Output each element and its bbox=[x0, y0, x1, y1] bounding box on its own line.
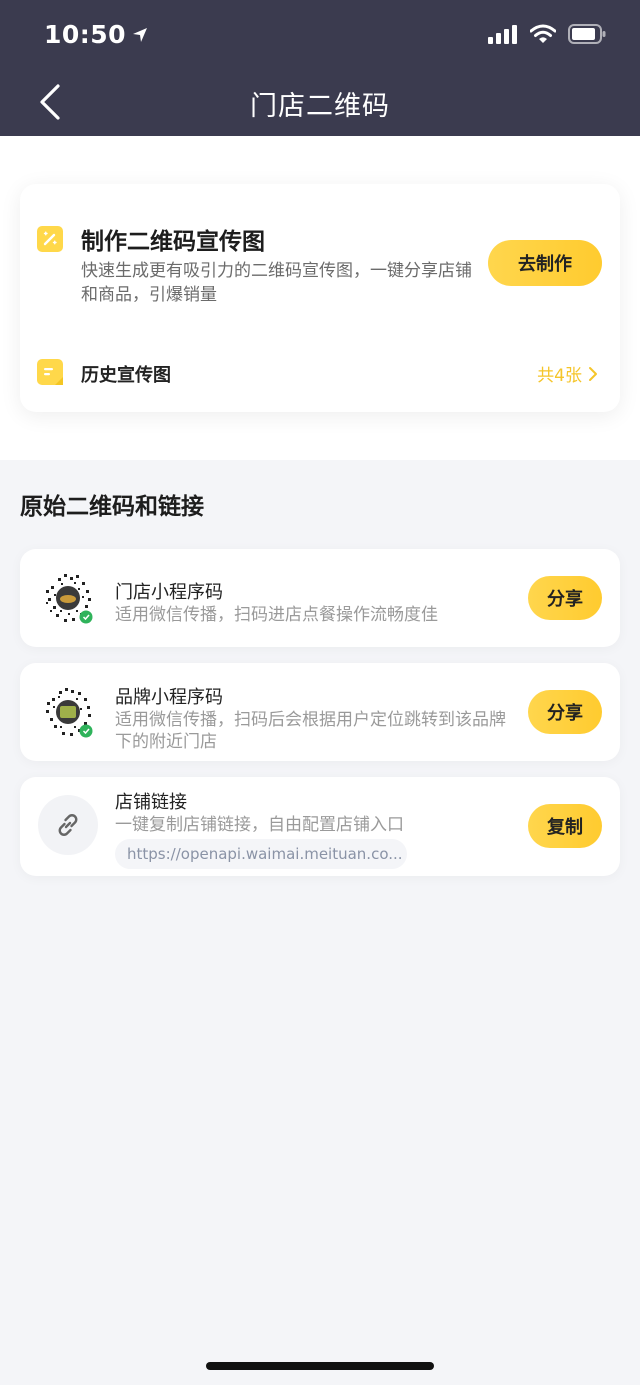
history-count-text: 共4张 bbox=[537, 366, 582, 386]
link-icon-wrapper bbox=[38, 795, 98, 855]
section-title: 原始二维码和链接 bbox=[20, 494, 204, 520]
brand-miniprogram-title: 品牌小程序码 bbox=[115, 687, 223, 708]
share-store-code-button[interactable]: 分享 bbox=[528, 576, 602, 620]
make-poster-card: 制作二维码宣传图 快速生成更有吸引力的二维码宣传图，一键分享店铺和商品，引爆销量… bbox=[20, 184, 620, 412]
store-link-desc: 一键复制店铺链接，自由配置店铺入口 bbox=[115, 815, 404, 835]
make-poster-desc: 快速生成更有吸引力的二维码宣传图，一键分享店铺和商品，引爆销量 bbox=[81, 261, 472, 305]
chevron-right-icon bbox=[589, 366, 597, 381]
store-link-title: 店铺链接 bbox=[115, 792, 187, 813]
store-miniprogram-card: 门店小程序码 适用微信传播，扫码进店点餐操作流畅度佳 分享 bbox=[20, 549, 620, 647]
copy-link-button[interactable]: 复制 bbox=[528, 804, 602, 848]
pen-icon bbox=[37, 226, 63, 252]
status-indicators bbox=[488, 24, 606, 44]
store-link-card: 店铺链接 一键复制店铺链接，自由配置店铺入口 https://openapi.w… bbox=[20, 777, 620, 876]
brand-miniprogram-qr bbox=[38, 682, 98, 742]
store-miniprogram-desc: 适用微信传播，扫码进店点餐操作流畅度佳 bbox=[115, 605, 438, 625]
history-label: 历史宣传图 bbox=[81, 365, 171, 386]
signal-icon bbox=[488, 25, 517, 44]
page-title: 门店二维码 bbox=[250, 91, 390, 122]
brand-miniprogram-desc: 适用微信传播，扫码后会根据用户定位跳转到该品牌下的附近门店 bbox=[115, 710, 506, 752]
go-make-button[interactable]: 去制作 bbox=[488, 240, 602, 286]
link-icon bbox=[58, 814, 78, 836]
history-posters-row[interactable]: 历史宣传图 共4张 bbox=[20, 349, 620, 397]
status-time-text: 10:50 bbox=[44, 20, 127, 49]
store-link-url: https://openapi.waimai.meituan.co... bbox=[115, 839, 407, 869]
location-arrow-icon bbox=[133, 27, 148, 42]
header: 10:50 门店二维码 bbox=[0, 0, 640, 136]
top-section: 制作二维码宣传图 快速生成更有吸引力的二维码宣传图，一键分享店铺和商品，引爆销量… bbox=[0, 136, 640, 460]
share-brand-code-button[interactable]: 分享 bbox=[528, 690, 602, 734]
battery-icon bbox=[568, 24, 606, 44]
wifi-icon bbox=[530, 24, 556, 43]
store-miniprogram-title: 门店小程序码 bbox=[115, 582, 223, 603]
nav-bar: 门店二维码 bbox=[0, 70, 640, 136]
history-count: 共4张 bbox=[537, 361, 598, 386]
status-time: 10:50 bbox=[44, 20, 148, 49]
status-bar: 10:50 bbox=[0, 0, 640, 70]
make-poster-title: 制作二维码宣传图 bbox=[81, 229, 265, 255]
history-note-icon bbox=[37, 359, 63, 385]
home-indicator bbox=[206, 1362, 434, 1370]
store-miniprogram-qr bbox=[38, 568, 98, 628]
brand-miniprogram-card: 品牌小程序码 适用微信传播，扫码后会根据用户定位跳转到该品牌下的附近门店 分享 bbox=[20, 663, 620, 761]
